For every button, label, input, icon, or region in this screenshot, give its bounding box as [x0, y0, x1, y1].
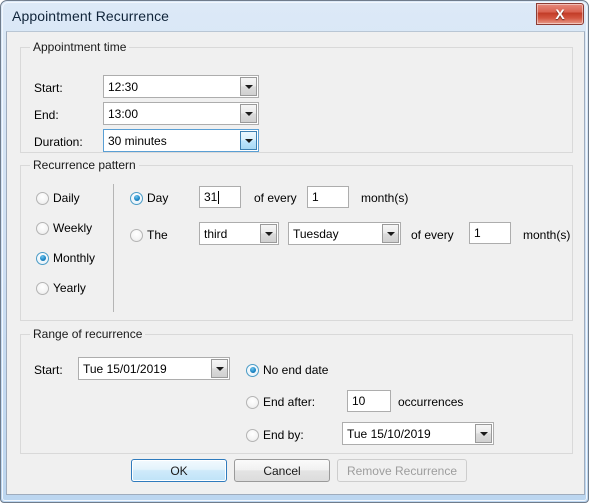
window-title: Appointment Recurrence	[12, 8, 170, 24]
radio-indicator-daily[interactable]	[36, 191, 49, 205]
day-months-label: month(s)	[361, 191, 409, 205]
ordinal-combo[interactable]: third	[199, 222, 279, 245]
end-after-radio[interactable]: End after:	[246, 395, 315, 409]
end-time-value: 13:00	[108, 106, 139, 121]
the-month-interval-value: 1	[474, 226, 481, 240]
occurrences-input[interactable]: 10	[347, 390, 391, 412]
end-by-date-value: Tue 15/10/2019	[347, 426, 431, 441]
weekday-combo[interactable]: Tuesday	[288, 222, 401, 245]
recurrence-pattern-legend: Recurrence pattern	[30, 158, 139, 172]
weekday-value: Tuesday	[293, 226, 339, 241]
frequency-label-weekly: Weekly	[53, 221, 93, 235]
dialog-client-area: Appointment time Start: 12:30 End: 13:00…	[6, 31, 585, 495]
radio-indicator-weekly[interactable]	[36, 221, 49, 235]
pattern-divider	[113, 184, 114, 312]
weekday-dropdown-button[interactable]	[382, 224, 399, 243]
duration-label: Duration:	[34, 135, 83, 149]
frequency-radio-daily[interactable]: Daily	[36, 191, 80, 205]
text-caret	[218, 190, 220, 204]
duration-value: 30 minutes	[108, 133, 167, 148]
range-of-recurrence-legend: Range of recurrence	[30, 327, 146, 341]
duration-combo[interactable]: 30 minutes	[103, 129, 259, 152]
duration-dropdown-button[interactable]	[240, 131, 257, 150]
start-time-label: Start:	[34, 81, 63, 95]
day-of-month-value: 31	[204, 190, 218, 204]
chevron-down-icon	[244, 138, 253, 143]
title-bar[interactable]: Appointment Recurrence X	[1, 1, 588, 31]
radio-indicator-day[interactable]	[130, 191, 143, 205]
chevron-down-icon	[215, 366, 224, 371]
chevron-down-icon	[264, 231, 273, 236]
close-icon: X	[555, 6, 565, 22]
radio-indicator-end-by[interactable]	[246, 428, 259, 442]
start-time-combo[interactable]: 12:30	[103, 75, 259, 98]
ok-button[interactable]: OK	[131, 459, 227, 482]
range-start-date-value: Tue 15/01/2019	[83, 361, 167, 376]
day-of-every-label: of every	[254, 191, 297, 205]
monthly-the-label: The	[147, 228, 168, 242]
end-time-dropdown-button[interactable]	[240, 104, 257, 123]
monthly-day-radio[interactable]: Day	[130, 191, 168, 205]
occurrences-value: 10	[352, 394, 366, 408]
remove-recurrence-button[interactable]: Remove Recurrence	[337, 459, 467, 482]
monthly-the-radio[interactable]: The	[130, 228, 168, 242]
frequency-label-monthly: Monthly	[53, 251, 96, 265]
the-of-every-label: of every	[411, 228, 454, 242]
day-of-month-input[interactable]: 31	[199, 186, 241, 208]
ordinal-dropdown-button[interactable]	[260, 224, 277, 243]
end-after-label: End after:	[263, 395, 316, 409]
no-end-date-radio[interactable]: No end date	[246, 363, 328, 377]
end-by-date-dropdown-button[interactable]	[475, 424, 492, 443]
close-button[interactable]: X	[536, 3, 584, 25]
end-by-date-combo[interactable]: Tue 15/10/2019	[342, 422, 494, 445]
the-months-label: month(s)	[523, 228, 571, 242]
cancel-button[interactable]: Cancel	[234, 459, 330, 482]
range-start-date-dropdown-button[interactable]	[211, 359, 228, 378]
frequency-radio-monthly[interactable]: Monthly	[36, 251, 95, 265]
ordinal-value: third	[204, 226, 228, 241]
frequency-label-yearly: Yearly	[53, 281, 86, 295]
radio-indicator-no-end-date[interactable]	[246, 363, 259, 377]
end-time-label: End:	[34, 108, 59, 122]
end-by-radio[interactable]: End by:	[246, 428, 304, 442]
no-end-date-label: No end date	[263, 363, 329, 377]
frequency-radio-weekly[interactable]: Weekly	[36, 221, 92, 235]
range-start-label: Start:	[34, 363, 63, 377]
chevron-down-icon	[244, 111, 253, 116]
range-start-date-combo[interactable]: Tue 15/01/2019	[78, 357, 230, 380]
radio-indicator-the[interactable]	[130, 228, 143, 242]
radio-indicator-monthly[interactable]	[36, 251, 49, 265]
day-month-interval-value: 1	[312, 190, 319, 204]
start-time-dropdown-button[interactable]	[240, 77, 257, 96]
chevron-down-icon	[479, 431, 488, 436]
day-month-interval-input[interactable]: 1	[307, 186, 349, 208]
occurrences-label: occurrences	[398, 395, 464, 409]
appointment-time-legend: Appointment time	[30, 40, 130, 54]
end-by-label: End by:	[263, 428, 304, 442]
the-month-interval-input[interactable]: 1	[469, 222, 511, 244]
start-time-value: 12:30	[108, 79, 139, 94]
appointment-recurrence-dialog: Appointment Recurrence X Appointment tim…	[0, 0, 589, 503]
frequency-label-daily: Daily	[53, 191, 80, 205]
radio-indicator-yearly[interactable]	[36, 281, 49, 295]
end-time-combo[interactable]: 13:00	[103, 102, 259, 125]
chevron-down-icon	[244, 84, 253, 89]
chevron-down-icon	[386, 231, 395, 236]
monthly-day-label: Day	[147, 191, 169, 205]
radio-indicator-end-after[interactable]	[246, 395, 259, 409]
frequency-radio-yearly[interactable]: Yearly	[36, 281, 86, 295]
